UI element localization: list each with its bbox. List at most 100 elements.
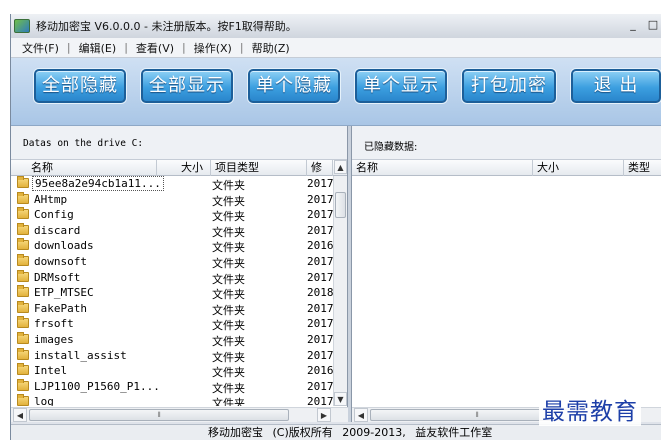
maximize-button[interactable]: □ [645,17,661,33]
file-type: 文件夹 [212,319,245,333]
file-date: 2017- [307,177,333,190]
file-row[interactable]: frsoft 文件夹 2017- [11,316,333,332]
scroll-left-icon[interactable]: ◀ [354,408,368,422]
file-row[interactable]: downloads 文件夹 2016- [11,238,333,254]
app-window: 移动加密宝 V6.0.0.0 - 未注册版本。按F1取得帮助。 _ □ 文件(F… [10,14,661,440]
exit-button[interactable]: 退 出 [571,69,661,103]
folder-icon [17,222,29,235]
file-row[interactable]: images 文件夹 2017- [11,331,333,348]
vertical-scroll-thumb[interactable] [335,192,346,218]
file-type: 文件夹 [212,334,245,348]
file-type: 文件夹 [212,256,245,270]
file-date: 2017- [307,317,333,331]
file-row[interactable]: LJP1100_P1560_P1... 文件夹 2017- [11,378,333,395]
toolbar: 全部隐藏 全部显示 单个隐藏 单个显示 打包加密 退 出 [11,58,661,126]
file-date: 2018- [307,286,333,300]
horizontal-scroll-thumb[interactable]: ⦀ [29,409,289,421]
scroll-up-icon[interactable]: ▲ [334,160,347,174]
menu-file[interactable]: 文件(F) [19,40,62,56]
file-type: 文件夹 [212,381,245,395]
col-date-header[interactable]: 修 [307,160,333,176]
file-row[interactable]: log 文件夹 2017- [11,394,333,406]
file-name: 95ee8a2e94cb1a11... [32,176,164,191]
menu-help[interactable]: 帮助(Z) [249,40,293,56]
file-type: 文件夹 [212,288,245,302]
col-type-header[interactable]: 项目类型 [211,160,307,176]
minimize-button[interactable]: _ [625,17,641,33]
status-bar: 移动加密宝 (C)版权所有 2009-2013, 益友软件工作室 [11,424,661,440]
file-row[interactable]: ETP_MTSEC 文件夹 2018- [11,285,333,301]
scroll-down-icon[interactable]: ▼ [334,392,347,406]
col-name-header[interactable]: 名称 [25,160,157,176]
file-name: frsoft [34,317,74,331]
file-name: log [34,395,54,406]
file-row[interactable]: downsoft 文件夹 2017- [11,253,333,270]
left-horizontal-scrollbar[interactable]: ◀ ⦀ ▶ [11,407,348,422]
file-row[interactable]: discard 文件夹 2017- [11,222,333,239]
left-vertical-scrollbar[interactable]: ▲ ▼ [333,160,347,406]
left-column-header: 名称 大小 项目类型 修 [11,160,347,176]
file-name: ETP_MTSEC [34,286,94,300]
file-type: 文件夹 [212,272,245,286]
file-type: 文件夹 [212,303,245,317]
folder-icon [17,207,29,220]
folder-icon [17,300,29,313]
file-type: 文件夹 [212,210,245,224]
file-date: 2017- [307,192,333,206]
file-row[interactable]: Intel 文件夹 2016- [11,363,333,379]
menu-edit[interactable]: 编辑(E) [76,40,120,56]
app-logo-icon [14,19,30,33]
file-name: downsoft [34,254,87,268]
folder-icon [17,331,29,344]
scroll-left-icon[interactable]: ◀ [13,408,27,422]
menu-separator: | [124,41,128,54]
status-text: 移动加密宝 (C)版权所有 2009-2013, 益友软件工作室 [208,426,493,439]
pack-encrypt-button[interactable]: 打包加密 [462,69,556,103]
col-size-header[interactable]: 大小 [177,160,211,176]
menu-view[interactable]: 查看(V) [133,40,177,56]
file-name: images [34,332,74,346]
file-type: 文件夹 [212,179,245,192]
folder-icon [17,191,29,204]
folder-icon [17,253,29,266]
file-type: 文件夹 [212,194,245,208]
file-date: 2017- [307,301,333,315]
window-title: 移动加密宝 V6.0.0.0 - 未注册版本。按F1取得帮助。 [36,20,297,33]
menu-action[interactable]: 操作(X) [191,40,235,56]
file-name: FakePath [34,301,87,315]
scroll-right-icon[interactable]: ▶ [317,408,331,422]
folder-icon [17,378,29,391]
show-all-button[interactable]: 全部显示 [141,69,233,103]
show-one-button[interactable]: 单个显示 [355,69,447,103]
folder-icon [17,316,29,329]
file-date: 2017- [307,379,333,393]
menu-separator: | [66,41,71,54]
file-name: AHtmp [34,192,68,206]
file-date: 2017- [307,270,333,284]
col-size-header[interactable]: 大小 [533,160,624,176]
file-name: DRMsoft [34,270,81,284]
folder-icon [17,285,29,298]
file-row[interactable]: DRMsoft 文件夹 2017- [11,269,333,286]
watermark-text: 最需教育 [539,392,641,426]
drive-label: Datas on the drive C: [11,126,347,160]
folder-icon [17,269,29,282]
col-name-header[interactable]: 名称 [352,160,533,176]
file-name: discard [34,223,81,237]
file-row[interactable]: FakePath 文件夹 2017- [11,300,333,317]
file-date: 2017- [307,395,333,406]
file-type: 文件夹 [212,366,245,380]
hide-all-button[interactable]: 全部隐藏 [34,69,126,103]
file-row[interactable]: 95ee8a2e94cb1a11... 文件夹 2017- [11,176,333,192]
folder-icon [17,347,29,360]
file-row[interactable]: install_assist 文件夹 2017- [11,347,333,364]
col-type-header[interactable]: 类型 [624,160,661,176]
file-date: 2016- [307,364,333,378]
file-row[interactable]: Config 文件夹 2017- [11,207,333,223]
menu-bar: 文件(F) | 编辑(E) | 查看(V) | 操作(X) | 帮助(Z) [11,38,661,58]
hide-one-button[interactable]: 单个隐藏 [248,69,340,103]
file-type: 文件夹 [212,225,245,239]
file-row[interactable]: AHtmp 文件夹 2017- [11,191,333,208]
file-date: 2017- [307,348,333,362]
file-type: 文件夹 [212,397,245,406]
